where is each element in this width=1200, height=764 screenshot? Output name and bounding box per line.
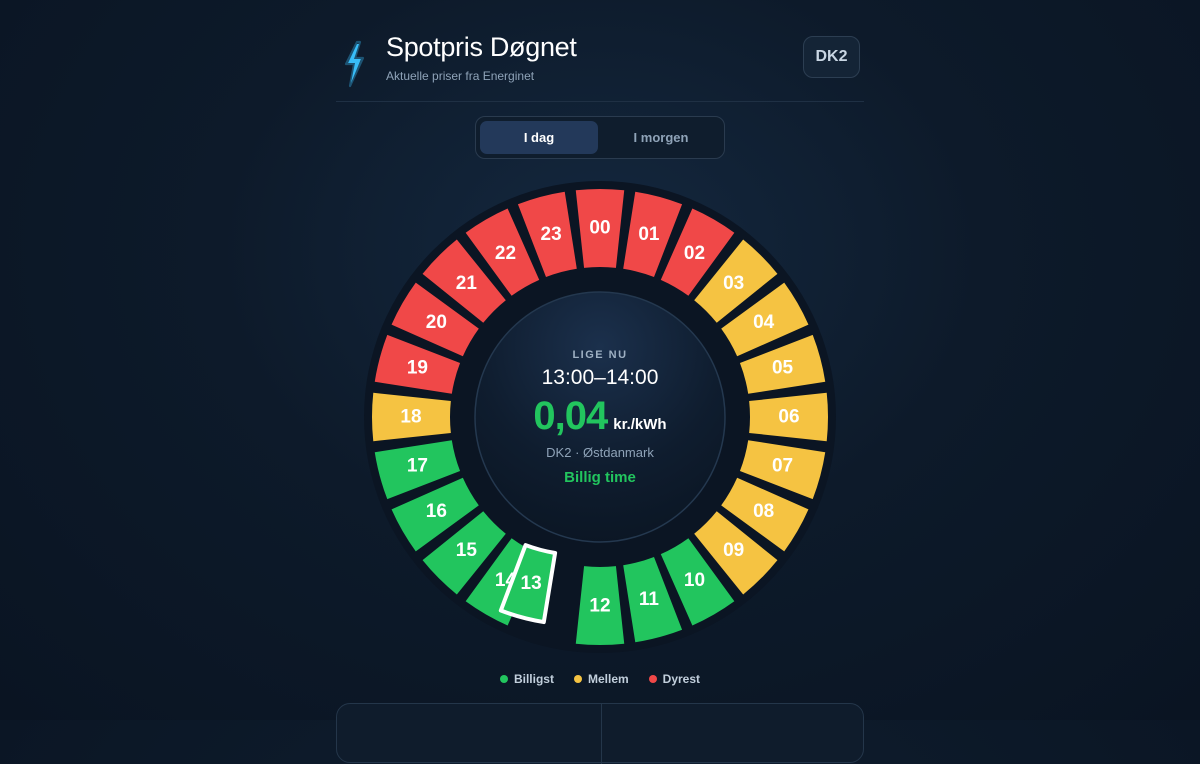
- card-divider: [601, 704, 602, 764]
- legend-label: Dyrest: [662, 672, 701, 686]
- hour-label-16: 16: [426, 501, 447, 522]
- hour-label-09: 09: [723, 540, 744, 561]
- hour-label-18: 18: [400, 407, 421, 428]
- day-tabs: I dag I morgen: [475, 116, 725, 159]
- region-select-button[interactable]: DK2: [803, 36, 860, 78]
- current-price-row: 0,04 kr./kWh: [474, 394, 726, 439]
- legend-label: Billigst: [513, 672, 554, 686]
- legend-item-medium: Mellem: [573, 672, 629, 686]
- header: Spotpris Døgnet Aktuelle priser fra Ener…: [336, 0, 864, 102]
- hour-label-17: 17: [407, 455, 428, 476]
- current-price: 0,04: [533, 394, 608, 438]
- legend-dot-expensive: [648, 675, 657, 683]
- hour-label-03: 03: [723, 273, 744, 294]
- current-time-range: 13:00–14:00: [541, 366, 659, 389]
- hour-label-21: 21: [456, 273, 478, 294]
- hour-label-22: 22: [495, 243, 516, 264]
- legend-item-cheap: Billigst: [499, 672, 554, 686]
- legend-label: Mellem: [587, 672, 629, 686]
- hour-label-05: 05: [772, 358, 794, 379]
- hour-label-20: 20: [426, 312, 447, 333]
- lightning-bolt-icon: [344, 40, 365, 88]
- now-label: LIGE NU: [572, 349, 628, 361]
- legend-dot-cheap: [499, 675, 508, 683]
- hour-label-15: 15: [456, 540, 478, 561]
- hour-label-23: 23: [541, 224, 562, 245]
- legend-dot-medium: [573, 675, 582, 683]
- legend-item-expensive: Dyrest: [648, 672, 701, 686]
- hour-label-11: 11: [639, 589, 660, 610]
- hour-label-19: 19: [407, 358, 428, 379]
- bottom-summary-card: [336, 703, 864, 764]
- hour-label-06: 06: [778, 407, 799, 428]
- app-title: Spotpris Døgnet: [386, 32, 577, 62]
- tab-tomorrow[interactable]: I morgen: [602, 121, 720, 154]
- hour-label-07: 07: [772, 455, 793, 476]
- hour-label-08: 08: [753, 501, 774, 522]
- hour-label-00: 00: [589, 218, 610, 239]
- hour-label-04: 04: [753, 312, 775, 333]
- hour-label-12: 12: [589, 596, 610, 617]
- hour-label-10: 10: [684, 570, 705, 591]
- price-unit: kr./kWh: [613, 416, 667, 433]
- app-subtitle: Aktuelle priser fra Energinet: [386, 69, 535, 83]
- region-name: DK2 · Østdanmark: [546, 445, 654, 460]
- tab-today[interactable]: I dag: [480, 121, 598, 154]
- legend: Billigst Mellem Dyrest: [0, 672, 1200, 686]
- hour-label-02: 02: [684, 243, 705, 264]
- hour-label-01: 01: [638, 224, 660, 245]
- hour-label-13: 13: [521, 573, 542, 594]
- price-status: Billig time: [564, 469, 636, 486]
